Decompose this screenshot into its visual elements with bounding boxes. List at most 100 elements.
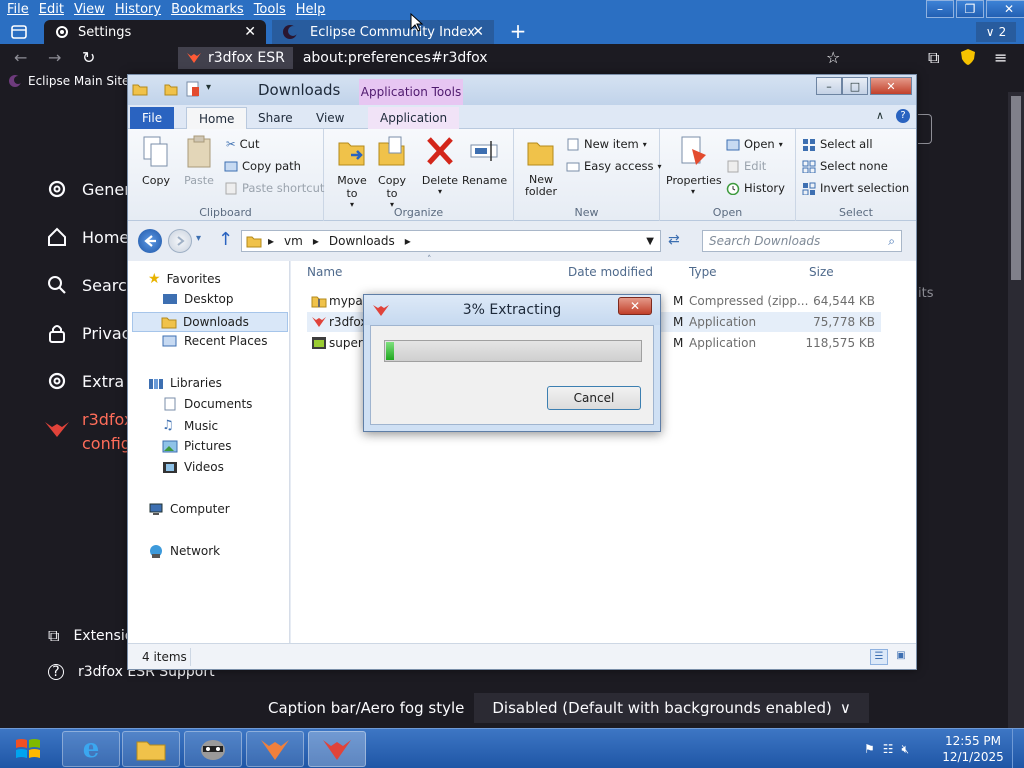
cut-button[interactable]: ✂ Cut (226, 137, 259, 151)
explorer-titlebar[interactable]: ▾ Downloads Application Tools – □ ✕ (128, 75, 916, 105)
invert-selection-button[interactable]: Invert selection (802, 181, 909, 195)
tab-list-button[interactable]: ∨ 2 (976, 22, 1016, 42)
extensions-button[interactable]: ⧉ (928, 48, 939, 68)
taskbar-r3dfox[interactable] (308, 731, 366, 767)
nav-network[interactable]: Network (148, 544, 220, 558)
menu-view[interactable]: View (69, 0, 110, 20)
settings-search-field[interactable] (918, 114, 932, 144)
start-button[interactable] (6, 731, 50, 767)
explorer-back-button[interactable] (138, 229, 162, 253)
network-tray-icon[interactable]: ☷ (883, 742, 894, 756)
nav-recent-places[interactable]: Recent Places (162, 334, 267, 348)
chevron-right-icon[interactable]: ▸ (313, 234, 319, 248)
close-tab-icon[interactable]: ✕ (472, 24, 484, 40)
url-bar[interactable]: r3dfox ESR about:preferences#r3dfox (178, 46, 858, 70)
paste-shortcut-button[interactable]: Paste shortcut (224, 181, 324, 195)
explorer-minimize-button[interactable]: – (816, 77, 842, 95)
volume-muted-icon[interactable]: 🔇︎ (902, 742, 910, 757)
tab-overview-button[interactable] (8, 23, 30, 41)
taskbar-raccoon-app[interactable] (184, 731, 242, 767)
menu-file[interactable]: File (2, 0, 34, 20)
up-arrow-icon[interactable]: ↑ (218, 229, 233, 250)
select-all-button[interactable]: Select all (802, 137, 873, 151)
menu-history[interactable]: History (110, 0, 166, 20)
tab-application[interactable]: Application (368, 107, 460, 129)
chevron-right-icon[interactable]: ▸ (405, 234, 411, 248)
nav-computer[interactable]: Computer (148, 502, 230, 516)
address-dropdown-icon[interactable]: ▼ (646, 236, 654, 247)
large-icons-view-button[interactable]: ▣ (892, 649, 910, 665)
menu-bookmarks[interactable]: Bookmarks (166, 0, 249, 20)
close-tab-icon[interactable]: ✕ (244, 24, 256, 40)
nav-documents[interactable]: Documents (162, 397, 252, 411)
column-name[interactable]: Name (307, 265, 342, 279)
minimize-button[interactable]: – (926, 0, 954, 18)
page-scrollbar[interactable] (1008, 92, 1024, 728)
cancel-button[interactable]: Cancel (547, 386, 641, 410)
delete-button[interactable]: Delete ▾ (420, 135, 460, 196)
history-button[interactable]: History (726, 181, 785, 195)
nav-videos[interactable]: Videos (162, 460, 224, 474)
shield-button[interactable] (960, 48, 976, 70)
collapse-ribbon-icon[interactable]: ∧ (876, 109, 884, 122)
settings-nav-search[interactable]: Search (44, 272, 137, 298)
chevron-right-icon[interactable]: ▸ (268, 234, 274, 248)
menu-help[interactable]: Help (291, 0, 331, 20)
explorer-maximize-button[interactable]: □ (842, 77, 868, 95)
tab-settings[interactable]: Settings ✕ (44, 20, 266, 44)
forward-button[interactable]: → (48, 48, 61, 67)
tab-view[interactable]: View (304, 107, 356, 129)
taskbar-explorer[interactable] (122, 731, 180, 767)
scrollbar-thumb[interactable] (1011, 96, 1021, 280)
nav-favorites[interactable]: ★ Favorites (148, 271, 221, 287)
properties-button[interactable]: Properties ▾ (666, 135, 722, 196)
refresh-icon[interactable]: ⇄ (668, 232, 680, 248)
show-desktop-button[interactable] (1012, 729, 1024, 768)
back-button[interactable]: ← (14, 48, 27, 67)
settings-nav-privacy[interactable]: Privacy (44, 320, 140, 346)
tab-share[interactable]: Share (246, 107, 305, 129)
nav-libraries[interactable]: Libraries (148, 376, 222, 390)
bookmark-eclipse-main-site[interactable]: Eclipse Main Site (8, 74, 129, 88)
menu-tools[interactable]: Tools (249, 0, 291, 20)
nav-downloads[interactable]: Downloads (132, 312, 288, 332)
recent-locations-icon[interactable]: ▾ (196, 233, 201, 244)
maximize-button[interactable]: ❐ (956, 0, 984, 18)
details-view-button[interactable]: ☰ (870, 649, 888, 665)
new-item-button[interactable]: New item ▾ (566, 137, 647, 151)
flag-icon[interactable]: ⚑ (864, 742, 875, 756)
new-folder-button[interactable]: New folder (522, 135, 560, 198)
explorer-close-button[interactable]: ✕ (870, 77, 912, 95)
reload-button[interactable]: ↻ (82, 48, 95, 67)
move-to-button[interactable]: Move to ▾ (334, 135, 370, 209)
tab-file[interactable]: File (130, 107, 175, 129)
dialog-close-button[interactable]: ✕ (618, 297, 652, 315)
paste-button[interactable]: Paste (180, 135, 218, 187)
taskbar-firefox-app[interactable] (246, 731, 304, 767)
column-size[interactable]: Size (809, 265, 834, 279)
explorer-forward-button[interactable] (168, 229, 192, 253)
tab-eclipse-community[interactable]: Eclipse Community Index ✕ (272, 20, 494, 44)
settings-nav-home[interactable]: Home (44, 224, 129, 250)
open-button[interactable]: Open ▾ (726, 137, 783, 151)
settings-nav-r3dfox-config[interactable]: r3dfox config (44, 408, 133, 456)
search-box[interactable]: Search Downloads ⌕ (702, 230, 902, 252)
dialog-titlebar[interactable]: 3% Extracting ✕ (364, 295, 660, 325)
easy-access-button[interactable]: Easy access ▾ (566, 159, 662, 173)
address-box[interactable]: ▸ vm ▸ Downloads ▸ ▼ (241, 230, 661, 252)
copy-button[interactable]: Copy (138, 135, 174, 187)
copy-path-button[interactable]: Copy path (224, 159, 301, 173)
identity-box[interactable]: r3dfox ESR (178, 47, 293, 69)
column-date-modified[interactable]: Date modified (568, 265, 653, 279)
nav-pictures[interactable]: Pictures (162, 439, 232, 453)
caption-bar-select[interactable]: Disabled (Default with backgrounds enabl… (474, 693, 869, 723)
column-type[interactable]: Type (689, 265, 717, 279)
tab-home[interactable]: Home (186, 107, 248, 129)
help-icon[interactable]: ? (896, 109, 910, 123)
edit-button[interactable]: Edit (726, 159, 766, 173)
app-menu-button[interactable]: ≡ (994, 48, 1007, 67)
nav-desktop[interactable]: Desktop (162, 292, 234, 306)
url-text[interactable]: about:preferences#r3dfox (303, 50, 488, 66)
menu-edit[interactable]: Edit (34, 0, 69, 20)
nav-music[interactable]: ♫ Music (162, 418, 218, 433)
